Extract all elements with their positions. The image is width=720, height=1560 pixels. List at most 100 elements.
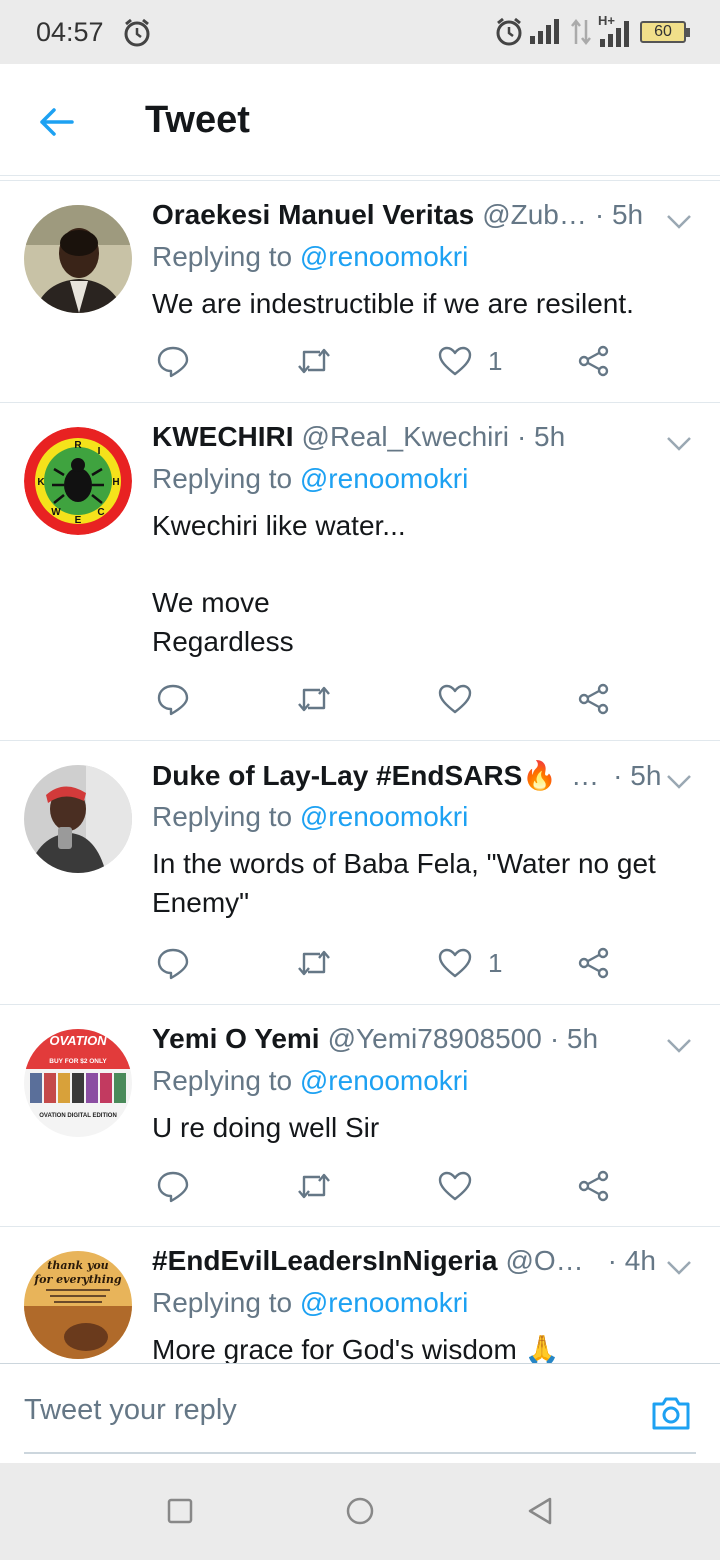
replying-prefix: Replying to bbox=[152, 801, 300, 832]
avatar[interactable]: R I K H W E C bbox=[24, 427, 132, 535]
chevron-down-icon[interactable] bbox=[666, 765, 692, 797]
network-type-label: H+ bbox=[598, 13, 615, 28]
share-button[interactable] bbox=[578, 679, 610, 719]
reply-button[interactable] bbox=[156, 943, 190, 983]
like-button[interactable] bbox=[438, 679, 488, 719]
reply-icon bbox=[157, 948, 189, 980]
chevron-down-icon[interactable] bbox=[666, 427, 692, 459]
retweet-button[interactable] bbox=[296, 679, 332, 719]
reply-button[interactable] bbox=[156, 341, 190, 381]
logo-text: OVATION DIGITAL EDITION bbox=[39, 1113, 117, 1119]
back-arrow-icon bbox=[40, 108, 74, 136]
camera-button[interactable] bbox=[650, 1394, 692, 1437]
retweet-icon bbox=[298, 950, 330, 976]
mention-link[interactable]: @renoomokri bbox=[300, 241, 468, 272]
avatar[interactable] bbox=[24, 205, 132, 313]
tweet-header: Oraekesi Manuel Veritas @Zub… · 5h bbox=[152, 199, 696, 237]
share-button[interactable] bbox=[578, 341, 610, 381]
tweet-header: Yemi O Yemi @Yemi78908500 · 5h bbox=[152, 1023, 696, 1061]
input-underline bbox=[24, 1452, 696, 1454]
author-handle[interactable]: @O… bbox=[505, 1245, 583, 1277]
replying-to: Replying to @renoomokri bbox=[152, 463, 696, 501]
chevron-down-icon[interactable] bbox=[666, 1251, 692, 1283]
data-transfer-icon bbox=[570, 18, 592, 46]
author-handle[interactable]: @Zub… bbox=[482, 199, 587, 231]
logo-text: thank you bbox=[47, 1259, 108, 1272]
square-icon bbox=[167, 1498, 193, 1524]
tweet-actions bbox=[152, 679, 632, 719]
replying-to: Replying to @renoomokri bbox=[152, 801, 696, 839]
tweet-item[interactable]: thank you for everything #EndEvilLeaders… bbox=[0, 1227, 720, 1363]
logo-letter: R bbox=[74, 440, 82, 451]
status-indicators: H+ 60 bbox=[494, 13, 690, 50]
author-name[interactable]: Duke of Lay-Lay #EndSARS🔥 bbox=[152, 759, 557, 792]
author-handle[interactable]: @Yemi78908500 bbox=[328, 1023, 542, 1055]
tweet-item[interactable]: Oraekesi Manuel Veritas @Zub… · 5h Reply… bbox=[0, 181, 720, 403]
like-button[interactable] bbox=[438, 1166, 488, 1206]
replying-prefix: Replying to bbox=[152, 241, 300, 272]
replying-to: Replying to @renoomokri bbox=[152, 1065, 696, 1103]
like-button[interactable]: 1 bbox=[438, 943, 502, 983]
replying-prefix: Replying to bbox=[152, 1065, 300, 1096]
share-button[interactable] bbox=[578, 943, 610, 983]
reply-composer: Tweet your reply bbox=[0, 1363, 720, 1463]
retweet-button[interactable] bbox=[296, 341, 332, 381]
like-count: 1 bbox=[488, 345, 503, 376]
tweet-item[interactable]: R I K H W E C KWECHIRI @Real_Kwechiri · … bbox=[0, 403, 720, 741]
author-name[interactable]: Oraekesi Manuel Veritas bbox=[152, 199, 474, 231]
reply-button[interactable] bbox=[156, 679, 190, 719]
retweet-button[interactable] bbox=[296, 1166, 332, 1206]
tweet-item[interactable]: OVATION BUY FOR $2 ONLY OVATION DIGITAL … bbox=[0, 1005, 720, 1227]
tweet-header: #EndEvilLeadersInNigeria @O… · 4h bbox=[152, 1245, 696, 1283]
author-name[interactable]: Yemi O Yemi bbox=[152, 1023, 320, 1055]
reply-feed[interactable]: Oraekesi Manuel Veritas @Zub… · 5h Reply… bbox=[0, 180, 720, 1363]
reply-input[interactable]: Tweet your reply bbox=[24, 1394, 237, 1427]
tweet-body: Yemi O Yemi @Yemi78908500 · 5h Replying … bbox=[152, 1023, 696, 1148]
alarm-icon bbox=[494, 17, 524, 47]
mention-link[interactable]: @renoomokri bbox=[300, 801, 468, 832]
tweet-time: · 4h bbox=[607, 1245, 656, 1276]
reply-button[interactable] bbox=[156, 1166, 190, 1206]
home-button[interactable] bbox=[340, 1491, 380, 1531]
logo-letter: K bbox=[37, 477, 45, 488]
chevron-down-icon[interactable] bbox=[666, 1029, 692, 1061]
author-name[interactable]: KWECHIRI bbox=[152, 421, 294, 453]
avatar[interactable]: thank you for everything bbox=[24, 1251, 132, 1359]
tweet-time: · 5h bbox=[613, 760, 662, 791]
logo-letter: I bbox=[98, 446, 101, 457]
tweet-text: In the words of Baba Fela, "Water no get… bbox=[152, 848, 656, 918]
logo-text: for everything bbox=[33, 1273, 122, 1286]
tweet-time: · 5h bbox=[549, 1023, 599, 1054]
recents-button[interactable] bbox=[160, 1491, 200, 1531]
mention-link[interactable]: @renoomokri bbox=[300, 463, 468, 494]
tweet-body: #EndEvilLeadersInNigeria @O… · 4h Replyi… bbox=[152, 1245, 696, 1363]
back-nav-button[interactable] bbox=[520, 1491, 560, 1531]
retweet-icon bbox=[298, 1173, 330, 1199]
share-icon bbox=[578, 947, 609, 979]
mention-link[interactable]: @renoomokri bbox=[300, 1287, 468, 1318]
logo-letter: C bbox=[97, 507, 104, 518]
retweet-button[interactable] bbox=[296, 943, 332, 983]
chevron-down-icon[interactable] bbox=[666, 205, 692, 237]
like-button[interactable]: 1 bbox=[438, 341, 502, 381]
heart-icon bbox=[438, 684, 472, 714]
logo-letter: H bbox=[112, 477, 119, 488]
replying-prefix: Replying to bbox=[152, 463, 300, 494]
avatar[interactable]: OVATION BUY FOR $2 ONLY OVATION DIGITAL … bbox=[24, 1029, 132, 1137]
share-icon bbox=[578, 1170, 609, 1202]
tweet-text: U re doing well Sir bbox=[152, 1112, 380, 1143]
mention-link[interactable]: @renoomokri bbox=[300, 1065, 468, 1096]
alarm-icon bbox=[122, 18, 152, 53]
heart-icon bbox=[438, 1171, 472, 1201]
author-handle[interactable]: @Real_Kwechiri bbox=[302, 421, 509, 453]
share-button[interactable] bbox=[578, 1166, 610, 1206]
tweet-item[interactable]: Duke of Lay-Lay #EndSARS🔥 … · 5h Replyin… bbox=[0, 741, 720, 1005]
page-title: Tweet bbox=[145, 99, 250, 141]
reply-icon bbox=[157, 684, 189, 716]
author-handle[interactable]: … bbox=[571, 760, 599, 792]
system-nav-bar bbox=[0, 1463, 720, 1560]
author-name[interactable]: #EndEvilLeadersInNigeria bbox=[152, 1245, 497, 1277]
back-button[interactable] bbox=[28, 94, 84, 150]
reply-icon bbox=[157, 1171, 189, 1203]
avatar[interactable] bbox=[24, 765, 132, 873]
